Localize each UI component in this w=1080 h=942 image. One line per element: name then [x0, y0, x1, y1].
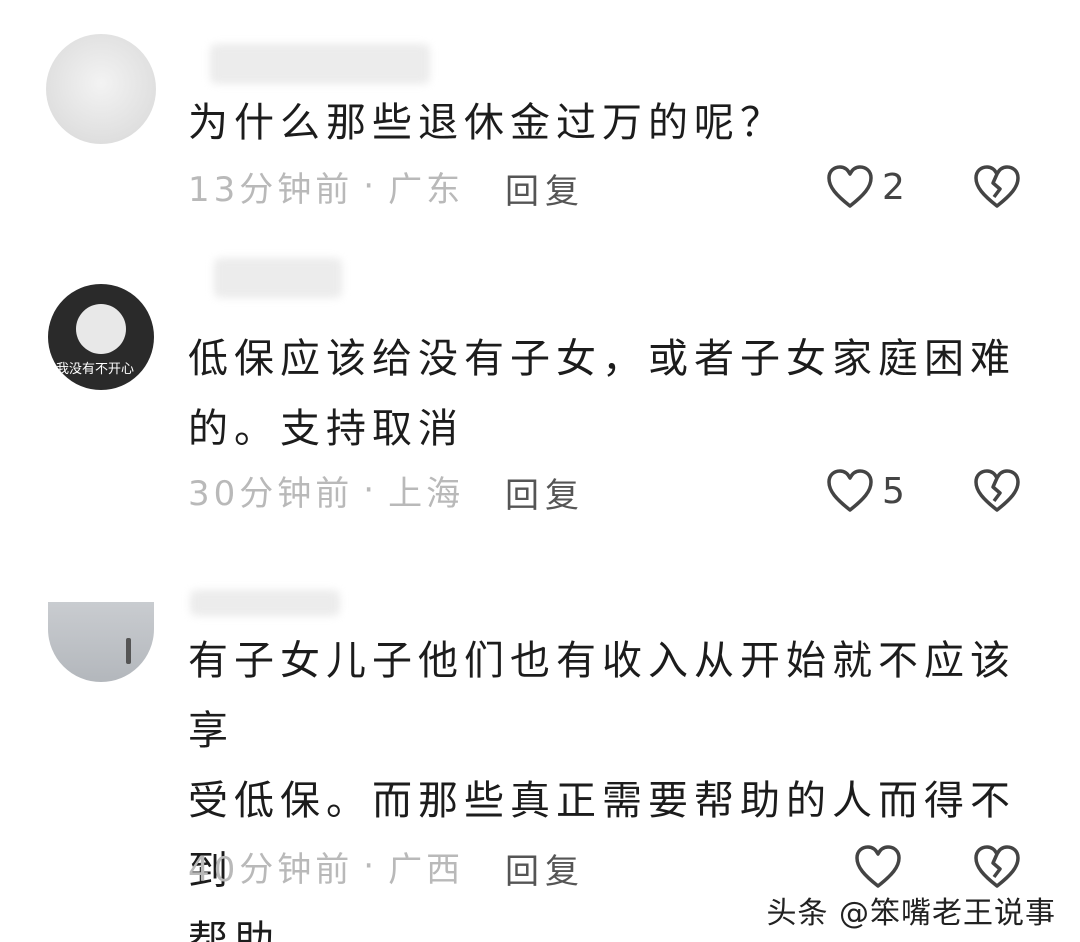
comment-location: 广东	[388, 169, 465, 210]
broken-heart-icon	[972, 844, 1022, 890]
avatar-face	[76, 304, 126, 354]
comment-meta: 40分钟前 · 广西	[188, 844, 465, 890]
dislike-button[interactable]	[972, 844, 1022, 890]
comment-item: 有子女儿子他们也有收入从开始就不应该享 受低保。而那些真正需要帮助的人而得不到 …	[0, 560, 1080, 942]
comment-time: 30分钟前	[188, 473, 354, 514]
meta-separator: ·	[363, 846, 379, 886]
comment-location: 上海	[388, 473, 465, 514]
like-count: 5	[882, 470, 905, 512]
dislike-button[interactable]	[972, 164, 1022, 210]
comment-item: 为什么那些退休金过万的呢？ 13分钟前 · 广东 回复 2	[0, 0, 1080, 240]
username[interactable]	[190, 590, 340, 616]
avatar[interactable]	[48, 602, 154, 682]
comment-text: 低保应该给没有子女，或者子女家庭困难 的。支持取消	[188, 324, 1048, 464]
comment-time: 40分钟前	[188, 849, 354, 890]
username[interactable]	[214, 258, 342, 298]
heart-icon	[826, 468, 874, 514]
meta-separator: ·	[363, 166, 379, 206]
comment-meta: 30分钟前 · 上海	[188, 468, 465, 514]
comment-item: 我没有不开心 低保应该给没有子女，或者子女家庭困难 的。支持取消 30分钟前 ·…	[0, 240, 1080, 560]
comment-text-line: 有子女儿子他们也有收入从开始就不应该享	[188, 638, 1016, 754]
comment-text-line: 为什么那些退休金过万的呢？	[188, 100, 786, 146]
avatar-figure	[126, 638, 131, 664]
avatar-caption: 我没有不开心	[56, 362, 135, 377]
like-button[interactable]	[854, 844, 910, 890]
watermark: 头条 @笨嘴老王说事	[766, 896, 1056, 931]
reply-button[interactable]: 回复	[505, 468, 585, 517]
avatar[interactable]: 我没有不开心	[48, 284, 154, 390]
like-button[interactable]: 5	[826, 468, 905, 514]
comment-time: 13分钟前	[188, 169, 354, 210]
broken-heart-icon	[972, 164, 1022, 210]
heart-icon	[854, 844, 902, 890]
reply-button[interactable]: 回复	[505, 844, 585, 893]
comment-location: 广西	[388, 849, 465, 890]
comment-text: 为什么那些退休金过万的呢？	[188, 88, 1048, 158]
username[interactable]	[210, 44, 430, 84]
dislike-button[interactable]	[972, 468, 1022, 514]
reply-button[interactable]: 回复	[505, 164, 585, 213]
like-count: 2	[882, 166, 905, 208]
like-button[interactable]: 2	[826, 164, 905, 210]
comment-text-line: 的。支持取消	[188, 406, 464, 452]
broken-heart-icon	[972, 468, 1022, 514]
comment-text-line: 低保应该给没有子女，或者子女家庭困难	[188, 336, 1016, 382]
heart-icon	[826, 164, 874, 210]
meta-separator: ·	[363, 470, 379, 510]
avatar[interactable]	[46, 34, 156, 144]
comment-meta: 13分钟前 · 广东	[188, 164, 465, 210]
